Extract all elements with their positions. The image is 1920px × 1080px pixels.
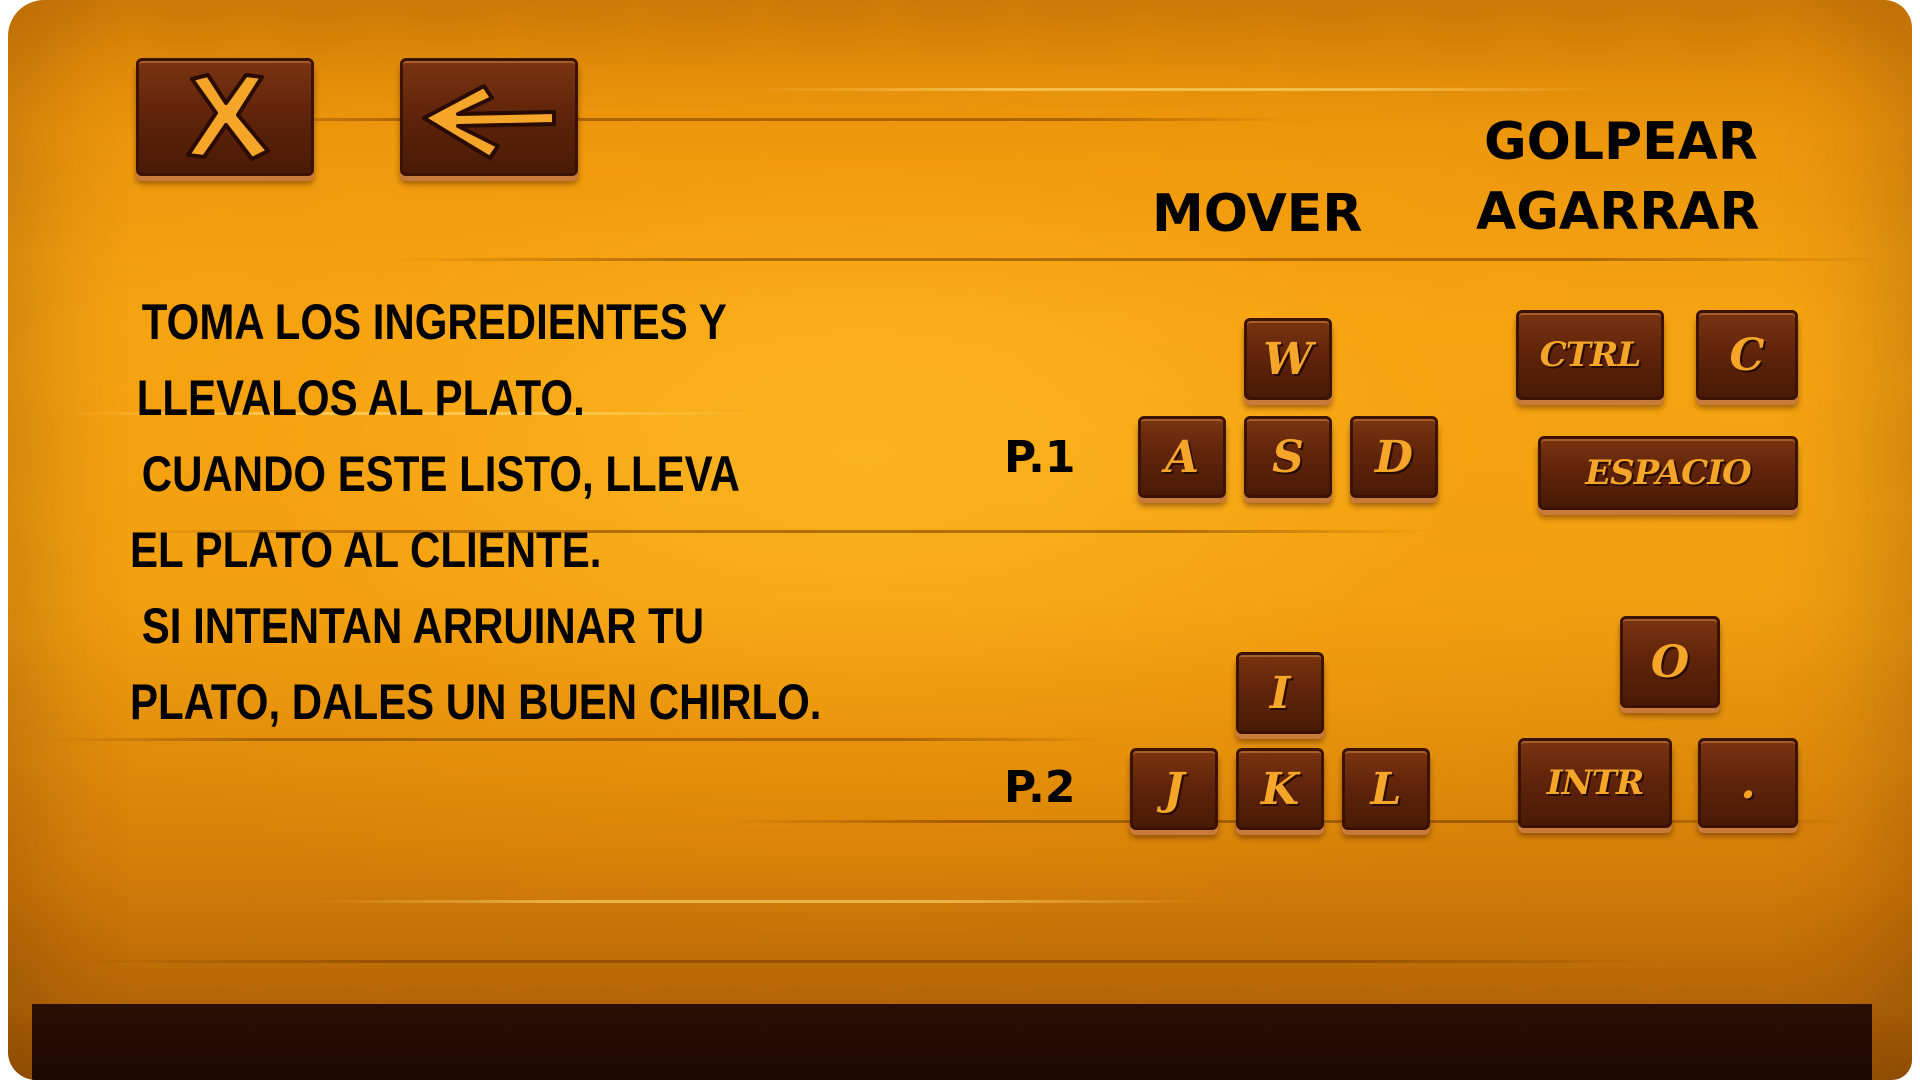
key-j: J — [1130, 748, 1218, 830]
key-s: S — [1244, 416, 1332, 498]
back-button[interactable]: <- — [400, 58, 578, 176]
instruction-line: EL PLATO AL CLIENTE. — [130, 522, 602, 578]
key-period: . — [1698, 738, 1798, 828]
header-mover: MOVER — [1152, 184, 1363, 244]
close-button[interactable]: X — [136, 58, 314, 176]
wood-grain — [308, 900, 1208, 903]
player1-label: P.1 — [1004, 432, 1076, 483]
instruction-line: TOMA LOS INGREDIENTES Y — [141, 294, 727, 350]
instruction-line: SI INTENTAN ARRUINAR TU — [141, 598, 705, 654]
key-l: L — [1342, 748, 1430, 830]
back-arrow-icon — [422, 84, 556, 160]
wood-grain — [188, 118, 1288, 121]
instructions-text: TOMA LOS INGREDIENTES Y LLEVALOS AL PLAT… — [130, 284, 852, 740]
bottom-shadow-bar — [32, 1004, 1872, 1080]
instruction-line: LLEVALOS AL PLATO. — [136, 370, 585, 426]
key-k: K — [1236, 748, 1324, 830]
instruction-line: CUANDO ESTE LISTO, LLEVA — [141, 446, 740, 502]
wood-grain — [388, 258, 1888, 261]
key-a: A — [1138, 416, 1226, 498]
key-w: W — [1244, 318, 1332, 400]
header-agarrar: AGARRAR — [1476, 182, 1760, 242]
key-i: I — [1236, 652, 1324, 734]
wood-grain — [748, 88, 1608, 91]
instruction-line: PLATO, DALES UN BUEN CHIRLO. — [130, 674, 822, 730]
wood-grain — [68, 960, 1668, 963]
key-espacio: ESPACIO — [1538, 436, 1798, 510]
key-c: C — [1696, 310, 1798, 400]
key-o: O — [1620, 616, 1720, 708]
close-icon — [186, 73, 270, 161]
header-golpear: GOLPEAR — [1484, 112, 1758, 172]
key-ctrl: CTRL — [1516, 310, 1664, 400]
player2-label: P.2 — [1004, 762, 1076, 813]
key-d: D — [1350, 416, 1438, 498]
key-intr: INTR — [1518, 738, 1672, 828]
